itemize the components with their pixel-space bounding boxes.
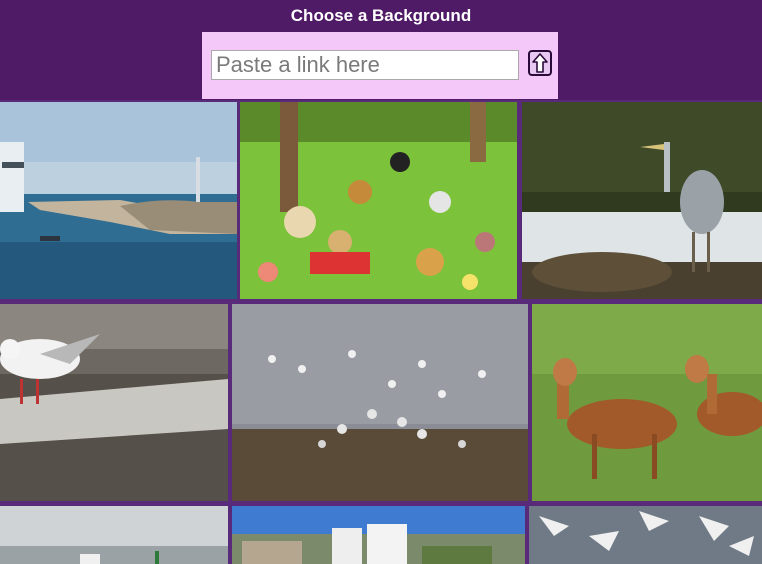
seagull-on-wall-photo[interactable] (0, 304, 228, 501)
coastal-hotel-photo[interactable] (232, 506, 525, 564)
deer-in-grass-photo[interactable] (532, 304, 762, 501)
seagulls-on-shore-photo[interactable] (232, 304, 528, 501)
submit-link-button[interactable] (528, 50, 552, 76)
page-title: Choose a Background (290, 6, 472, 25)
flying-seagulls-photo[interactable] (529, 506, 762, 564)
cartoon-dogs-park-illustration[interactable] (240, 102, 517, 299)
harbor-breakwater-photo[interactable] (0, 102, 237, 299)
image-gallery (0, 100, 762, 564)
header: Choose a Background (0, 0, 762, 100)
harbor-town-photo[interactable] (0, 506, 228, 564)
link-bar (202, 32, 558, 99)
link-input[interactable] (211, 50, 519, 80)
heron-on-rock-photo[interactable] (522, 102, 762, 299)
upload-arrow-icon (532, 53, 548, 73)
